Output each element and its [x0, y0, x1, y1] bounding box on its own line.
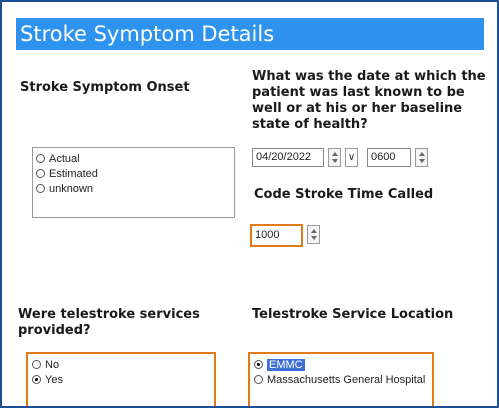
- location-option-label: EMMC: [267, 358, 305, 371]
- form-window: Stroke Symptom Details Stroke Symptom On…: [0, 0, 499, 408]
- telestroke-location-options-box: EMMC Massachusetts General Hospital: [248, 352, 434, 406]
- location-option-label: Massachusetts General Hospital: [267, 373, 426, 386]
- telestroke-option-label: Yes: [45, 373, 63, 386]
- time-spinner[interactable]: [415, 148, 428, 167]
- radio-selected-icon[interactable]: [254, 360, 263, 369]
- telestroke-option-yes[interactable]: Yes: [32, 372, 214, 387]
- onset-option-unknown[interactable]: unknown: [36, 181, 234, 196]
- onset-option-label: Estimated: [49, 167, 98, 180]
- onset-label: Stroke Symptom Onset: [20, 80, 190, 95]
- code-stroke-time-input[interactable]: 1000: [250, 224, 303, 247]
- code-stroke-label: Code Stroke Time Called: [254, 187, 434, 202]
- onset-option-label: Actual: [49, 152, 80, 165]
- onset-option-actual[interactable]: Actual: [36, 151, 234, 166]
- telestroke-option-label: No: [45, 358, 60, 371]
- date-spinner[interactable]: [328, 148, 341, 167]
- location-option-emmc[interactable]: EMMC: [254, 357, 432, 372]
- last-known-well-date-input[interactable]: 04/20/2022: [252, 148, 324, 167]
- last-known-well-time-input[interactable]: 0600: [367, 148, 411, 167]
- radio-icon[interactable]: [32, 360, 41, 369]
- last-known-well-question: What was the date at which the patient w…: [252, 69, 486, 132]
- telestroke-label: Were telestroke services provided?: [18, 307, 200, 338]
- date-dropdown-button[interactable]: ∨: [345, 148, 358, 167]
- radio-icon[interactable]: [36, 169, 45, 178]
- onset-option-label: unknown: [49, 182, 94, 195]
- telestroke-options-box: No Yes: [26, 352, 216, 406]
- radio-selected-icon[interactable]: [32, 375, 41, 384]
- radio-icon[interactable]: [254, 375, 263, 384]
- onset-options-box: Actual Estimated unknown: [32, 147, 235, 218]
- onset-option-estimated[interactable]: Estimated: [36, 166, 234, 181]
- radio-icon[interactable]: [36, 154, 45, 163]
- code-stroke-time-spinner[interactable]: [307, 225, 320, 244]
- telestroke-option-no[interactable]: No: [32, 357, 214, 372]
- telestroke-location-label: Telestroke Service Location: [252, 307, 454, 322]
- location-option-mgh[interactable]: Massachusetts General Hospital: [254, 372, 432, 387]
- section-title: Stroke Symptom Details: [16, 18, 484, 50]
- radio-icon[interactable]: [36, 184, 45, 193]
